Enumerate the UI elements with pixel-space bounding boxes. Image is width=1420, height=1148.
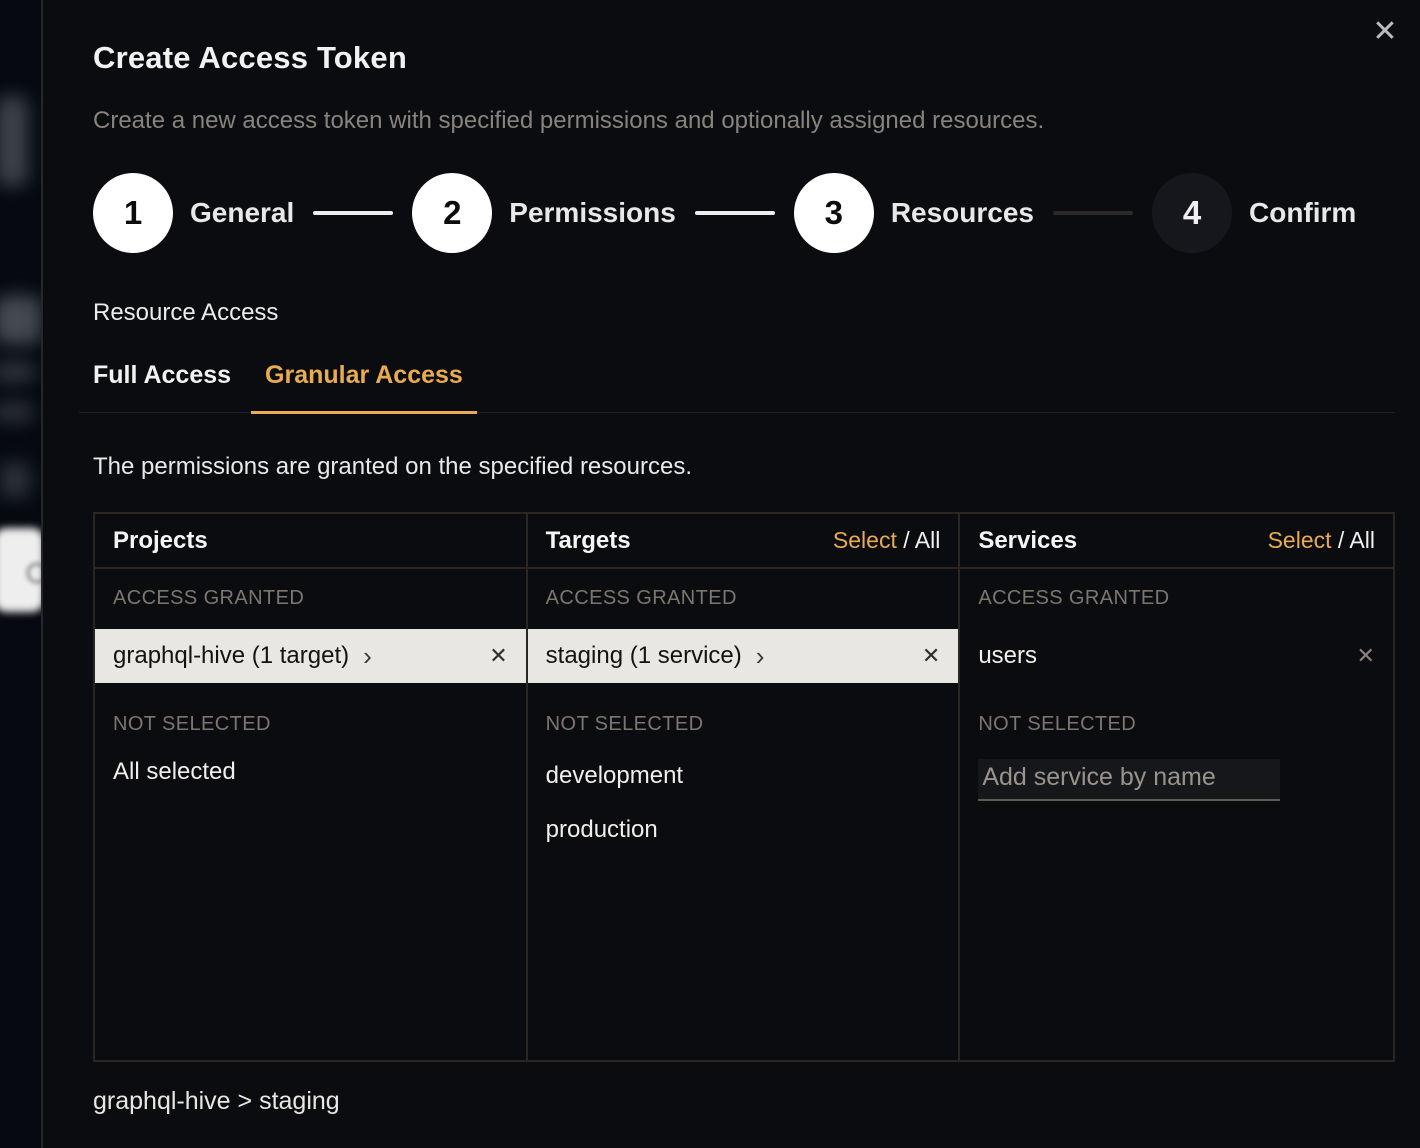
select-all-separator: / <box>897 527 915 553</box>
step-number-badge: 2 <box>412 173 492 253</box>
step-connector <box>1053 211 1133 215</box>
chevron-right-icon: › <box>756 643 765 669</box>
blurred-background-shape <box>0 402 34 422</box>
targets-column-header: Targets Select / All <box>528 514 959 569</box>
granted-target-label: staging (1 service) <box>546 642 742 670</box>
step-number-badge: 1 <box>93 173 173 253</box>
resource-selection-table: Projects ACCESS GRANTED graphql-hive (1 … <box>93 512 1395 1062</box>
access-granted-label: ACCESS GRANTED <box>95 585 526 611</box>
resource-access-heading: Resource Access <box>93 299 1395 327</box>
create-access-token-modal: ✕ Create Access Token Create a new acces… <box>41 0 1420 1148</box>
target-option-development[interactable]: development <box>528 761 959 791</box>
targets-column-body: ACCESS GRANTED staging (1 service) › ✕ N… <box>528 569 959 1060</box>
granted-service-label: users <box>978 642 1037 670</box>
granted-project-label: graphql-hive (1 target) <box>113 642 349 670</box>
access-granted-label: ACCESS GRANTED <box>960 585 1393 611</box>
step-confirm[interactable]: 4 Confirm <box>1152 173 1356 253</box>
remove-service-icon[interactable]: ✕ <box>1347 645 1375 667</box>
remove-target-icon[interactable]: ✕ <box>912 645 940 667</box>
projects-column: Projects ACCESS GRANTED graphql-hive (1 … <box>95 514 528 1060</box>
access-mode-tabs: Full Access Granular Access <box>79 361 1395 413</box>
services-column-body: ACCESS GRANTED users ✕ NOT SELECTED <box>960 569 1393 1060</box>
column-title: Targets <box>546 527 631 555</box>
tab-granular-access[interactable]: Granular Access <box>251 361 477 414</box>
select-link[interactable]: Select <box>833 527 897 553</box>
blurred-background-shape <box>0 96 28 186</box>
targets-select-all: Select / All <box>833 527 940 554</box>
step-connector <box>695 211 775 215</box>
target-option-production[interactable]: production <box>528 815 959 845</box>
step-label: Permissions <box>509 197 676 229</box>
granted-target-row[interactable]: staging (1 service) › ✕ <box>528 629 959 683</box>
modal-description: Create a new access token with specified… <box>93 107 1395 135</box>
granted-project-row[interactable]: graphql-hive (1 target) › ✕ <box>95 629 526 683</box>
services-select-all: Select / All <box>1268 527 1375 554</box>
blurred-background-shape <box>0 362 36 382</box>
all-link[interactable]: All <box>915 527 941 553</box>
blurred-background-shape <box>0 462 30 498</box>
services-column: Services Select / All ACCESS GRANTED use… <box>960 514 1393 1060</box>
select-all-separator: / <box>1332 527 1350 553</box>
permissions-hint-text: The permissions are granted on the speci… <box>93 453 1395 481</box>
not-selected-label: NOT SELECTED <box>528 711 959 737</box>
background-page-strip <box>0 0 41 1148</box>
chevron-right-icon: › <box>363 643 372 669</box>
step-number-badge: 3 <box>794 173 874 253</box>
page-title: Create Access Token <box>93 40 1395 76</box>
column-title: Projects <box>113 527 208 555</box>
close-icon[interactable]: ✕ <box>1367 14 1403 50</box>
granted-service-row[interactable]: users ✕ <box>960 629 1393 683</box>
step-label: General <box>190 197 294 229</box>
projects-column-header: Projects <box>95 514 526 569</box>
step-resources[interactable]: 3 Resources <box>794 173 1034 253</box>
step-general[interactable]: 1 General <box>93 173 294 253</box>
services-column-header: Services Select / All <box>960 514 1393 569</box>
step-number-badge: 4 <box>1152 173 1232 253</box>
access-granted-label: ACCESS GRANTED <box>528 585 959 611</box>
targets-column: Targets Select / All ACCESS GRANTED stag… <box>528 514 961 1060</box>
not-selected-label: NOT SELECTED <box>95 711 526 737</box>
all-link[interactable]: All <box>1349 527 1375 553</box>
select-link[interactable]: Select <box>1268 527 1332 553</box>
blurred-background-shape <box>0 296 41 344</box>
column-title: Services <box>978 527 1077 555</box>
remove-project-icon[interactable]: ✕ <box>479 645 507 667</box>
blurred-background-ring <box>26 562 41 584</box>
tab-full-access[interactable]: Full Access <box>79 361 245 414</box>
breadcrumb: graphql-hive > staging <box>93 1087 1395 1116</box>
wizard-stepper: 1 General 2 Permissions 3 Resources 4 Co… <box>93 173 1395 253</box>
step-label: Resources <box>891 197 1034 229</box>
step-permissions[interactable]: 2 Permissions <box>412 173 676 253</box>
add-service-input[interactable] <box>978 759 1280 801</box>
step-connector <box>313 211 393 215</box>
step-label: Confirm <box>1249 197 1356 229</box>
not-selected-label: NOT SELECTED <box>960 711 1393 737</box>
all-selected-note: All selected <box>95 757 526 787</box>
projects-column-body: ACCESS GRANTED graphql-hive (1 target) ›… <box>95 569 526 1060</box>
